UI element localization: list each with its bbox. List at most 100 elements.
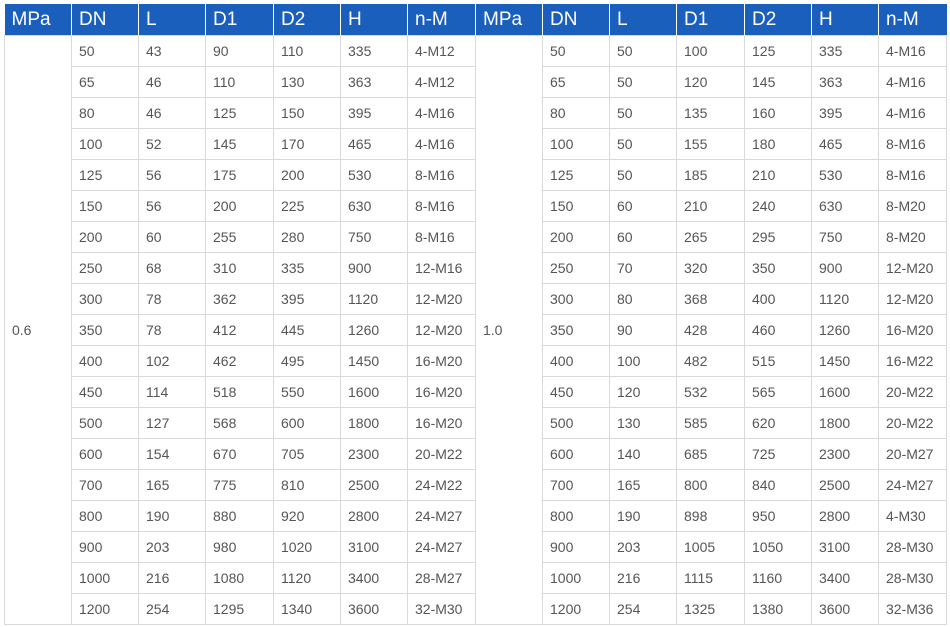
cell-right-l: 90 xyxy=(609,314,677,346)
cell-right-dn: 150 xyxy=(542,190,610,222)
header-right-n-m: n-M xyxy=(878,4,947,36)
header-left-dn: DN xyxy=(71,4,139,36)
cell-left-h: 363 xyxy=(340,66,408,98)
cell-right-d1: 135 xyxy=(676,97,745,129)
pressure-right-cell: 1.0 xyxy=(475,35,543,625)
cell-left-n-m: 12-M20 xyxy=(407,314,476,346)
cell-right-n-m: 4-M30 xyxy=(878,500,947,532)
cell-right-n-m: 20-M22 xyxy=(878,376,947,408)
flange-dimension-table: MPa DN L D1 D2 Hn-M MPa DN L D1 D2 Hn-M 0.6 50 43 90 11… xyxy=(4,4,947,625)
cell-left-d2: 1120 xyxy=(273,562,341,594)
cell-right-dn: 800 xyxy=(542,500,610,532)
cell-left-d1: 255 xyxy=(205,221,274,253)
cell-left-d1: 362 xyxy=(205,283,274,315)
header-right-d1: D1 xyxy=(676,4,745,36)
cell-right-n-m: 4-M16 xyxy=(878,35,947,67)
cell-left-d2: 200 xyxy=(273,159,341,191)
cell-right-dn: 250 xyxy=(542,252,610,284)
cell-left-dn: 450 xyxy=(71,376,139,408)
cell-left-dn: 800 xyxy=(71,500,139,532)
cell-left-n-m: 24-M27 xyxy=(407,531,476,563)
cell-left-dn: 100 xyxy=(71,128,139,160)
cell-right-h: 2800 xyxy=(811,500,879,532)
cell-left-dn: 900 xyxy=(71,531,139,563)
cell-left-l: 78 xyxy=(138,314,206,346)
cell-left-n-m: 16-M20 xyxy=(407,376,476,408)
cell-left-n-m: 32-M30 xyxy=(407,593,476,625)
cell-left-n-m: 4-M16 xyxy=(407,97,476,129)
cell-right-d2: 1050 xyxy=(744,531,812,563)
table-header-row: MPa DN L D1 D2 Hn-M MPa DN L D1 D2 Hn-M xyxy=(4,4,947,36)
cell-left-d1: 670 xyxy=(205,438,274,470)
cell-right-d1: 532 xyxy=(676,376,745,408)
table-body: 0.6 50 43 90 110 335 4-M12 1.0 50 50 100 125 335 4-M1… xyxy=(4,35,947,625)
cell-right-l: 50 xyxy=(609,159,677,191)
cell-right-l: 120 xyxy=(609,376,677,408)
cell-right-d2: 240 xyxy=(744,190,812,222)
cell-left-l: 78 xyxy=(138,283,206,315)
cell-left-d1: 125 xyxy=(205,97,274,129)
cell-right-n-m: 12-M20 xyxy=(878,283,947,315)
cell-right-dn: 700 xyxy=(542,469,610,501)
cell-left-d2: 810 xyxy=(273,469,341,501)
cell-left-l: 43 xyxy=(138,35,206,67)
cell-right-d2: 725 xyxy=(744,438,812,470)
cell-left-d2: 920 xyxy=(273,500,341,532)
cell-right-l: 130 xyxy=(609,407,677,439)
cell-left-d1: 310 xyxy=(205,252,274,284)
cell-right-d2: 1160 xyxy=(744,562,812,594)
cell-left-n-m: 8-M16 xyxy=(407,159,476,191)
header-right-l: L xyxy=(609,4,677,36)
cell-right-n-m: 12-M20 xyxy=(878,252,947,284)
cell-right-dn: 350 xyxy=(542,314,610,346)
cell-right-d1: 482 xyxy=(676,345,745,377)
cell-left-n-m: 4-M12 xyxy=(407,66,476,98)
cell-left-d1: 110 xyxy=(205,66,274,98)
cell-left-dn: 80 xyxy=(71,97,139,129)
cell-left-l: 165 xyxy=(138,469,206,501)
cell-right-dn: 500 xyxy=(542,407,610,439)
header-left-n-m: n-M xyxy=(407,4,476,36)
cell-right-h: 3400 xyxy=(811,562,879,594)
cell-left-n-m: 12-M16 xyxy=(407,252,476,284)
cell-right-n-m: 16-M20 xyxy=(878,314,947,346)
cell-left-h: 1120 xyxy=(340,283,408,315)
cell-left-l: 102 xyxy=(138,345,206,377)
cell-right-d1: 1325 xyxy=(676,593,745,625)
cell-left-h: 465 xyxy=(340,128,408,160)
cell-left-n-m: 20-M22 xyxy=(407,438,476,470)
cell-left-l: 190 xyxy=(138,500,206,532)
cell-left-d2: 395 xyxy=(273,283,341,315)
cell-right-l: 50 xyxy=(609,66,677,98)
cell-right-n-m: 8-M16 xyxy=(878,128,947,160)
cell-right-h: 3600 xyxy=(811,593,879,625)
cell-right-h: 465 xyxy=(811,128,879,160)
cell-left-h: 2300 xyxy=(340,438,408,470)
cell-left-l: 60 xyxy=(138,221,206,253)
cell-left-h: 2800 xyxy=(340,500,408,532)
cell-left-d2: 225 xyxy=(273,190,341,222)
cell-right-d2: 400 xyxy=(744,283,812,315)
cell-right-l: 203 xyxy=(609,531,677,563)
spec-table-container: MPa DN L D1 D2 Hn-M MPa DN L D1 D2 Hn-M 0.6 50 43 90 11… xyxy=(4,4,947,625)
cell-right-d2: 1380 xyxy=(744,593,812,625)
cell-right-dn: 50 xyxy=(542,35,610,67)
cell-right-n-m: 20-M22 xyxy=(878,407,947,439)
cell-left-l: 46 xyxy=(138,66,206,98)
header-left-d2: D2 xyxy=(273,4,341,36)
table-row: 0.6 50 43 90 110 335 4-M12 1.0 50 50 100 125 335 4-M1… xyxy=(4,35,947,625)
cell-left-dn: 400 xyxy=(71,345,139,377)
cell-left-d1: 980 xyxy=(205,531,274,563)
cell-left-d2: 280 xyxy=(273,221,341,253)
cell-right-d1: 265 xyxy=(676,221,745,253)
cell-right-h: 1120 xyxy=(811,283,879,315)
header-left-l: L xyxy=(138,4,206,36)
cell-left-n-m: 8-M16 xyxy=(407,221,476,253)
cell-right-dn: 400 xyxy=(542,345,610,377)
pressure-left-cell: 0.6 xyxy=(4,35,72,625)
cell-right-n-m: 8-M20 xyxy=(878,221,947,253)
cell-right-h: 395 xyxy=(811,97,879,129)
cell-left-n-m: 16-M20 xyxy=(407,345,476,377)
cell-left-d2: 110 xyxy=(273,35,341,67)
cell-right-d2: 565 xyxy=(744,376,812,408)
